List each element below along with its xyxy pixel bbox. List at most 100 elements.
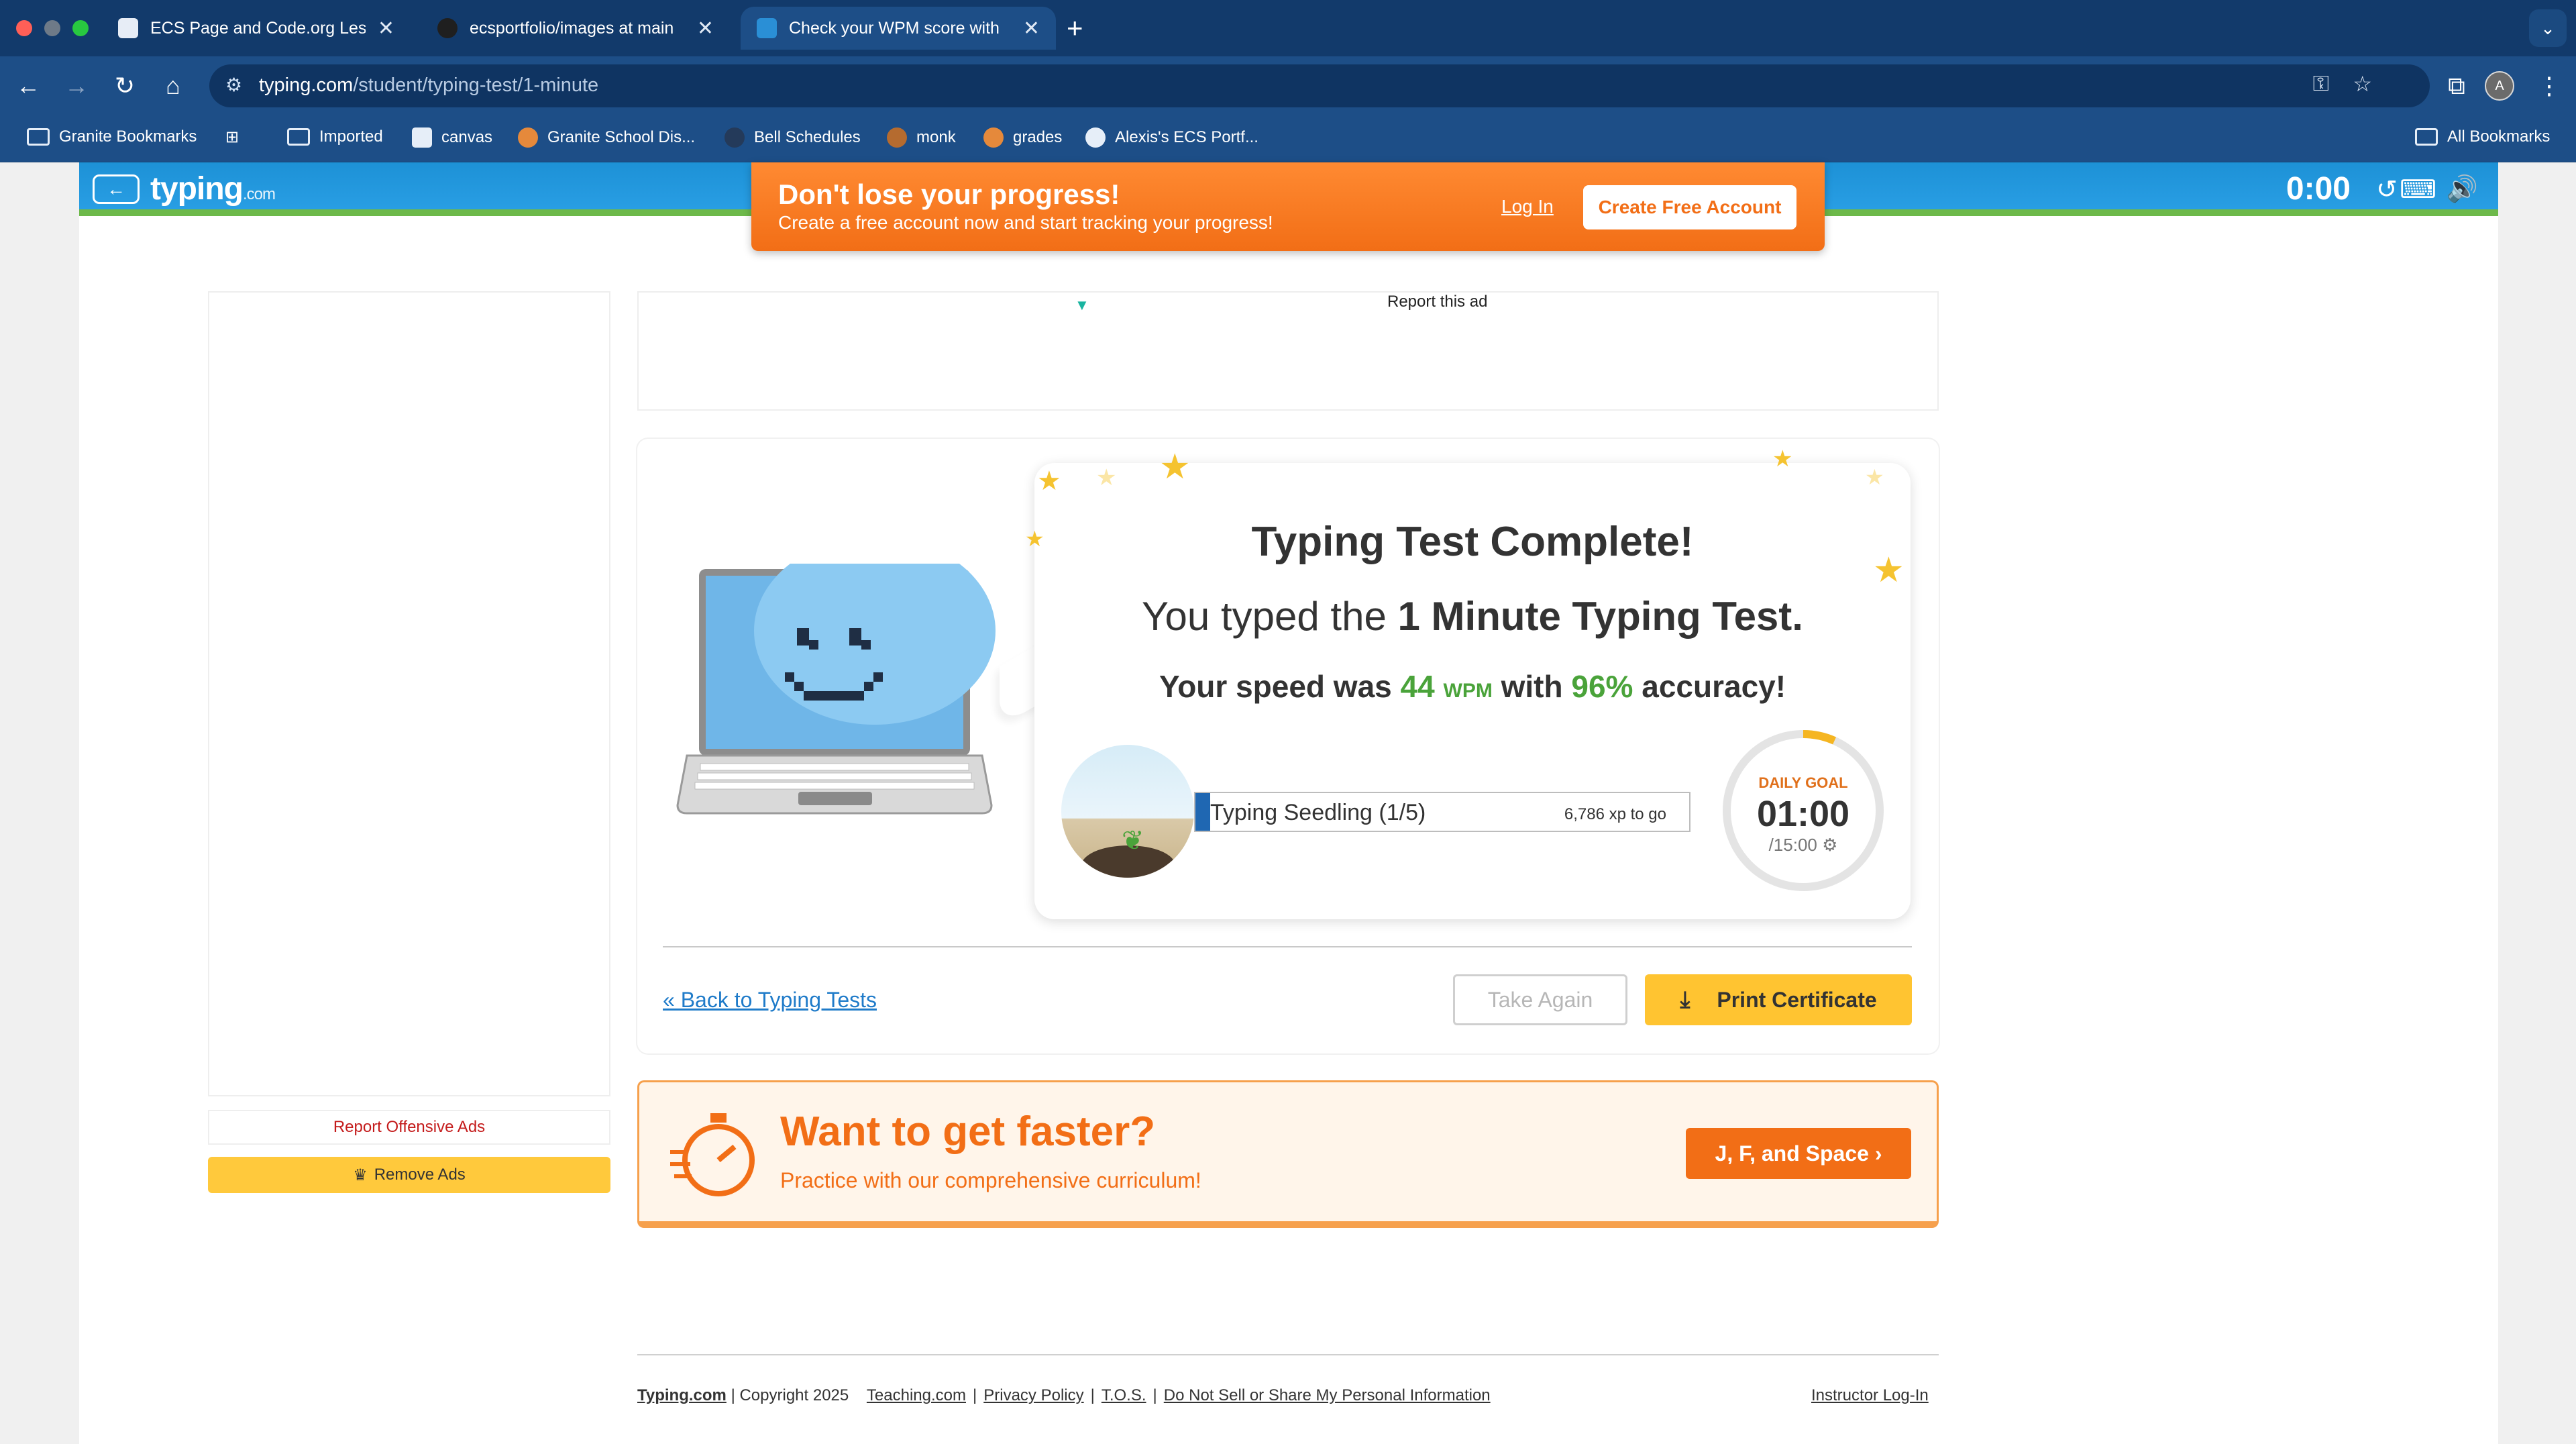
forward-arrow-icon[interactable]: →	[58, 67, 95, 105]
github-favicon-icon	[437, 18, 458, 38]
speed-summary: Your speed was 44 WPM with 96% accuracy!	[1159, 669, 1786, 704]
report-ad-link[interactable]: Report this ad	[1387, 293, 1487, 311]
footer-dnsmpi-link[interactable]: Do Not Sell or Share My Personal Informa…	[1164, 1386, 1491, 1404]
xp-to-go: 6,786 xp to go	[1564, 805, 1666, 823]
star-icon: ★	[1037, 466, 1061, 496]
footer-privacy-link[interactable]: Privacy Policy	[983, 1386, 1083, 1404]
stopwatch-icon	[670, 1113, 755, 1196]
tab-title: ecsportfolio/images at main	[470, 18, 674, 38]
code-org-favicon-icon	[118, 18, 138, 38]
close-window-button[interactable]	[16, 20, 32, 36]
ad-choices-icon[interactable]: ▼	[1075, 297, 1089, 314]
print-certificate-button[interactable]: ⤓ Print Certificate	[1645, 974, 1912, 1025]
tab-title: ECS Page and Code.org Less	[150, 18, 366, 38]
typing-favicon-icon	[757, 18, 777, 38]
granite-school-icon	[518, 127, 538, 148]
footer-typing-link[interactable]: Typing.com	[637, 1386, 727, 1404]
monk-icon	[887, 127, 907, 148]
address-bar[interactable]: ⚙ typing.com/student/typing-test/1-minut…	[209, 64, 2430, 107]
laptop-mascot-icon	[676, 564, 996, 815]
url-text: typing.com/student/typing-test/1-minute	[259, 74, 599, 96]
profile-avatar[interactable]: A	[2485, 71, 2514, 101]
footer-teaching-link[interactable]: Teaching.com	[867, 1386, 966, 1404]
bookmark-monk[interactable]: monk	[887, 127, 956, 148]
bookmarks-bar: Granite Bookmarks ⊞ Imported canvas Gran…	[0, 115, 2576, 162]
test-complete-heading: Typing Test Complete!	[1251, 519, 1694, 565]
history-icon[interactable]: ↺	[2376, 174, 2398, 205]
promo-title: Want to get faster?	[780, 1108, 1156, 1155]
back-arrow-icon[interactable]: ←	[9, 67, 47, 105]
tab-ecs-page[interactable]: ECS Page and Code.org Less ✕	[102, 7, 411, 50]
footer-divider	[637, 1354, 1939, 1355]
tab-search-chevron-icon[interactable]: ⌄	[2529, 9, 2567, 47]
instructor-login-link[interactable]: Instructor Log-In	[1811, 1386, 1929, 1405]
accuracy-value: 96%	[1571, 669, 1633, 704]
footer-links: Typing.com | Copyright 2025 Teaching.com…	[637, 1386, 1491, 1404]
site-back-button[interactable]: ←	[93, 174, 140, 204]
new-tab-button[interactable]: +	[1067, 12, 1083, 44]
promo-subtitle: Practice with our comprehensive curricul…	[780, 1168, 1201, 1192]
extensions-icon[interactable]: ⧉	[2438, 67, 2475, 105]
banner-subtitle: Create a free account now and start trac…	[778, 212, 1273, 233]
close-tab-icon[interactable]: ✕	[378, 17, 394, 40]
seedling-badge-icon: ❦	[1061, 745, 1194, 878]
xp-progress-fill	[1195, 793, 1211, 831]
star-icon: ★	[1159, 448, 1191, 486]
reload-icon[interactable]: ↻	[106, 67, 144, 105]
bookmark-canvas[interactable]: canvas	[412, 127, 492, 148]
keyboard-hidden-icon[interactable]: ⌨	[2400, 174, 2436, 205]
folder-icon	[27, 128, 50, 146]
typing-logo[interactable]: typing.com	[150, 170, 276, 207]
browser-tab-bar: ECS Page and Code.org Less ✕ ecsportfoli…	[0, 0, 2576, 56]
header-timer: 0:00	[2286, 171, 2351, 207]
site-info-icon[interactable]: ⚙	[225, 74, 248, 97]
practice-promo: Want to get faster? Practice with our co…	[637, 1080, 1939, 1228]
remove-ads-button[interactable]: ♛ Remove Ads	[208, 1157, 610, 1193]
wpm-value: 44	[1400, 669, 1435, 704]
tab-ecsportfolio[interactable]: ecsportfolio/images at main ✕	[421, 7, 730, 50]
bookmark-grades[interactable]: grades	[983, 127, 1062, 148]
footer-copyright: | Copyright 2025	[731, 1386, 849, 1404]
close-tab-icon[interactable]: ✕	[1023, 17, 1040, 40]
home-icon[interactable]: ⌂	[154, 67, 192, 105]
canvas-icon	[412, 127, 432, 148]
test-type-text: You typed the 1 Minute Typing Test.	[1142, 594, 1803, 639]
create-account-button[interactable]: Create Free Account	[1583, 185, 1796, 229]
close-tab-icon[interactable]: ✕	[697, 17, 714, 40]
crown-icon: ♛	[353, 1166, 368, 1184]
footer-tos-link[interactable]: T.O.S.	[1102, 1386, 1146, 1404]
bookmark-all[interactable]: All Bookmarks	[2415, 127, 2550, 146]
bell-schedules-icon	[724, 127, 745, 148]
minimize-window-button[interactable]	[44, 20, 60, 36]
take-again-button[interactable]: Take Again	[1453, 974, 1627, 1025]
signup-banner: Don't lose your progress! Create a free …	[751, 162, 1825, 251]
wpm-unit: WPM	[1443, 680, 1493, 702]
volume-icon[interactable]: 🔊	[2447, 174, 2478, 204]
report-offensive-ads-link[interactable]: Report Offensive Ads	[208, 1110, 610, 1145]
browser-menu-icon[interactable]: ⋮	[2530, 67, 2568, 105]
apps-grid-icon[interactable]: ⊞	[225, 127, 239, 147]
bookmark-granite[interactable]: Granite Bookmarks	[27, 127, 197, 146]
password-key-icon[interactable]: ⚿	[2313, 71, 2329, 97]
grades-icon	[983, 127, 1004, 148]
level-label: Typing Seedling (1/5)	[1210, 800, 1426, 825]
daily-goal-progress-arc	[1723, 730, 1884, 891]
bookmark-bell-schedules[interactable]: Bell Schedules	[724, 127, 861, 148]
jf-space-lesson-button[interactable]: J, F, and Space ›	[1686, 1128, 1911, 1179]
login-link[interactable]: Log In	[1501, 196, 1554, 217]
back-to-typing-tests-link[interactable]: « Back to Typing Tests	[663, 988, 877, 1013]
folder-icon	[287, 128, 310, 146]
xp-progress-bar: Typing Seedling (1/5) 6,786 xp to go	[1194, 792, 1690, 832]
download-icon: ⤓	[1680, 986, 1690, 1013]
star-icon: ★	[1772, 446, 1793, 472]
bookmark-granite-school[interactable]: Granite School Dis...	[518, 127, 695, 148]
zoom-window-button[interactable]	[72, 20, 89, 36]
bookmark-imported[interactable]: Imported	[287, 127, 383, 146]
tab-title: Check your WPM score with	[789, 18, 1000, 38]
folder-icon	[2415, 128, 2438, 146]
tab-typing-test[interactable]: Check your WPM score with ✕	[741, 7, 1056, 50]
star-icon: ★	[1865, 465, 1884, 489]
bookmark-star-icon[interactable]: ☆	[2353, 71, 2372, 97]
browser-toolbar: ← → ↻ ⌂ ⚙ typing.com/student/typing-test…	[0, 56, 2576, 115]
bookmark-portfolio[interactable]: Alexis's ECS Portf...	[1085, 127, 1258, 148]
